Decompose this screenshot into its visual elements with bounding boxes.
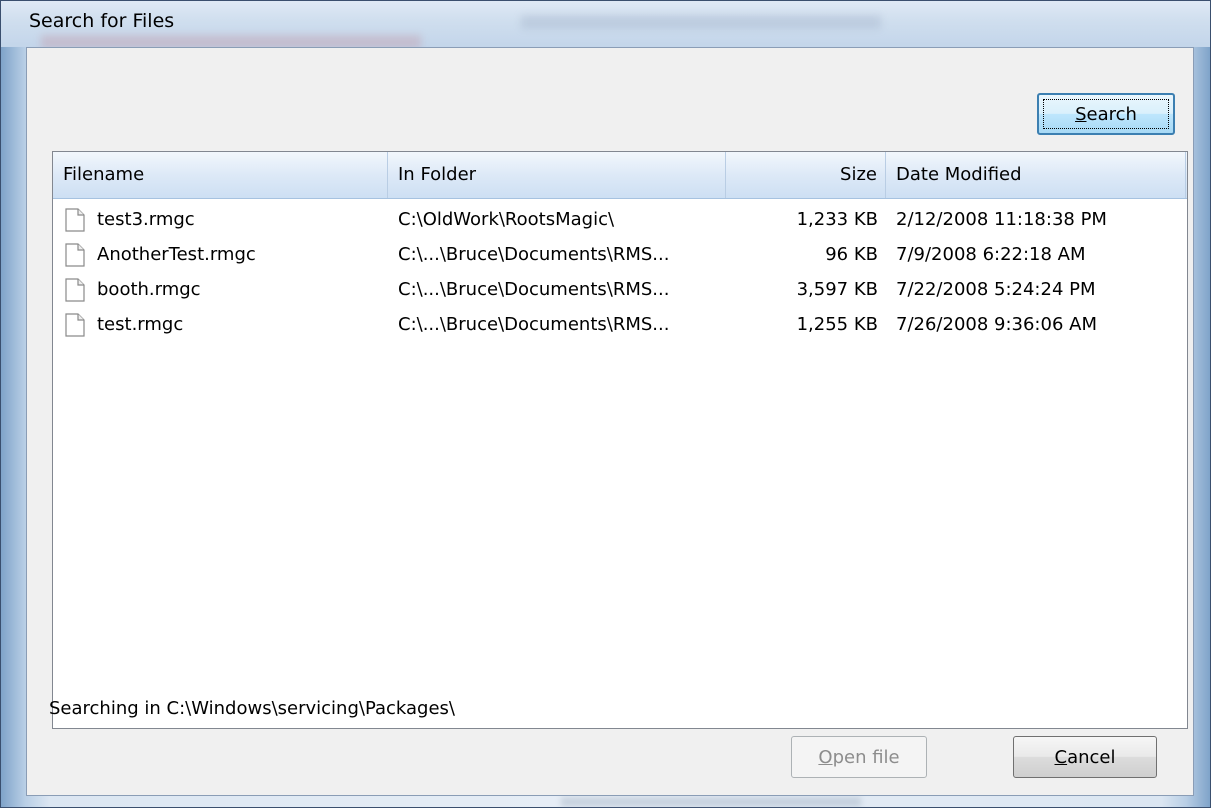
cell-size: 96 KB bbox=[825, 244, 878, 265]
cell-date-modified: 7/26/2008 9:36:06 AM bbox=[896, 314, 1097, 335]
table-row[interactable]: test.rmgc C:\...\Bruce\Documents\RMS... 1,… bbox=[53, 307, 1187, 342]
cell-date-modified: 7/9/2008 6:22:18 AM bbox=[896, 244, 1086, 265]
cell-folder: C:\...\Bruce\Documents\RMS... bbox=[398, 244, 670, 265]
column-header-date-modified[interactable]: Date Modified bbox=[886, 152, 1186, 198]
table-row[interactable]: booth.rmgc C:\...\Bruce\Documents\RMS... 3… bbox=[53, 272, 1187, 307]
file-icon bbox=[65, 278, 85, 302]
title-bar[interactable]: Search for Files bbox=[1, 1, 1210, 49]
list-header: Filename In Folder Size Date Modified bbox=[53, 152, 1187, 199]
results-listview[interactable]: Filename In Folder Size Date Modified te… bbox=[52, 151, 1188, 729]
cancel-button[interactable]: Cancel bbox=[1013, 736, 1157, 778]
window-title: Search for Files bbox=[29, 10, 175, 32]
status-text: Searching in C:\Windows\servicing\Packag… bbox=[49, 698, 455, 719]
table-row[interactable]: AnotherTest.rmgc C:\...\Bruce\Documents\R… bbox=[53, 237, 1187, 272]
focus-rect bbox=[1043, 99, 1169, 129]
label-rest: ancel bbox=[1067, 746, 1116, 768]
cell-date-modified: 7/22/2008 5:24:24 PM bbox=[896, 279, 1096, 300]
cell-folder: C:\OldWork\RootsMagic\ bbox=[398, 209, 615, 230]
cell-folder: C:\...\Bruce\Documents\RMS... bbox=[398, 314, 670, 335]
file-icon bbox=[65, 313, 85, 337]
accelerator-key: C bbox=[1054, 746, 1068, 768]
open-file-button[interactable]: Open file bbox=[791, 736, 927, 778]
cell-filename: booth.rmgc bbox=[97, 279, 201, 300]
file-icon bbox=[65, 208, 85, 232]
label-rest: pen file bbox=[832, 746, 900, 768]
table-row[interactable]: test3.rmgc C:\OldWork\RootsMagic\ 1,233 KB… bbox=[53, 202, 1187, 237]
cell-date-modified: 2/12/2008 11:18:38 PM bbox=[896, 209, 1107, 230]
dialog-window: Search for Files Search Filename In Fold… bbox=[0, 0, 1211, 808]
column-header-in-folder[interactable]: In Folder bbox=[388, 152, 726, 198]
cell-size: 3,597 KB bbox=[796, 279, 878, 300]
column-header-filename[interactable]: Filename bbox=[53, 152, 388, 198]
background-blur bbox=[561, 797, 861, 807]
cell-folder: C:\...\Bruce\Documents\RMS... bbox=[398, 279, 670, 300]
accelerator-key: O bbox=[818, 746, 833, 768]
cell-filename: AnotherTest.rmgc bbox=[97, 244, 256, 265]
file-icon bbox=[65, 243, 85, 267]
dialog-client-area: Search Filename In Folder Size Date Modi… bbox=[26, 47, 1194, 796]
background-blur bbox=[521, 15, 881, 29]
search-button[interactable]: Search bbox=[1037, 93, 1175, 135]
cell-filename: test3.rmgc bbox=[97, 209, 195, 230]
cell-size: 1,233 KB bbox=[796, 209, 878, 230]
cell-size: 1,255 KB bbox=[796, 314, 878, 335]
column-header-size[interactable]: Size bbox=[726, 152, 886, 198]
cell-filename: test.rmgc bbox=[97, 314, 184, 335]
